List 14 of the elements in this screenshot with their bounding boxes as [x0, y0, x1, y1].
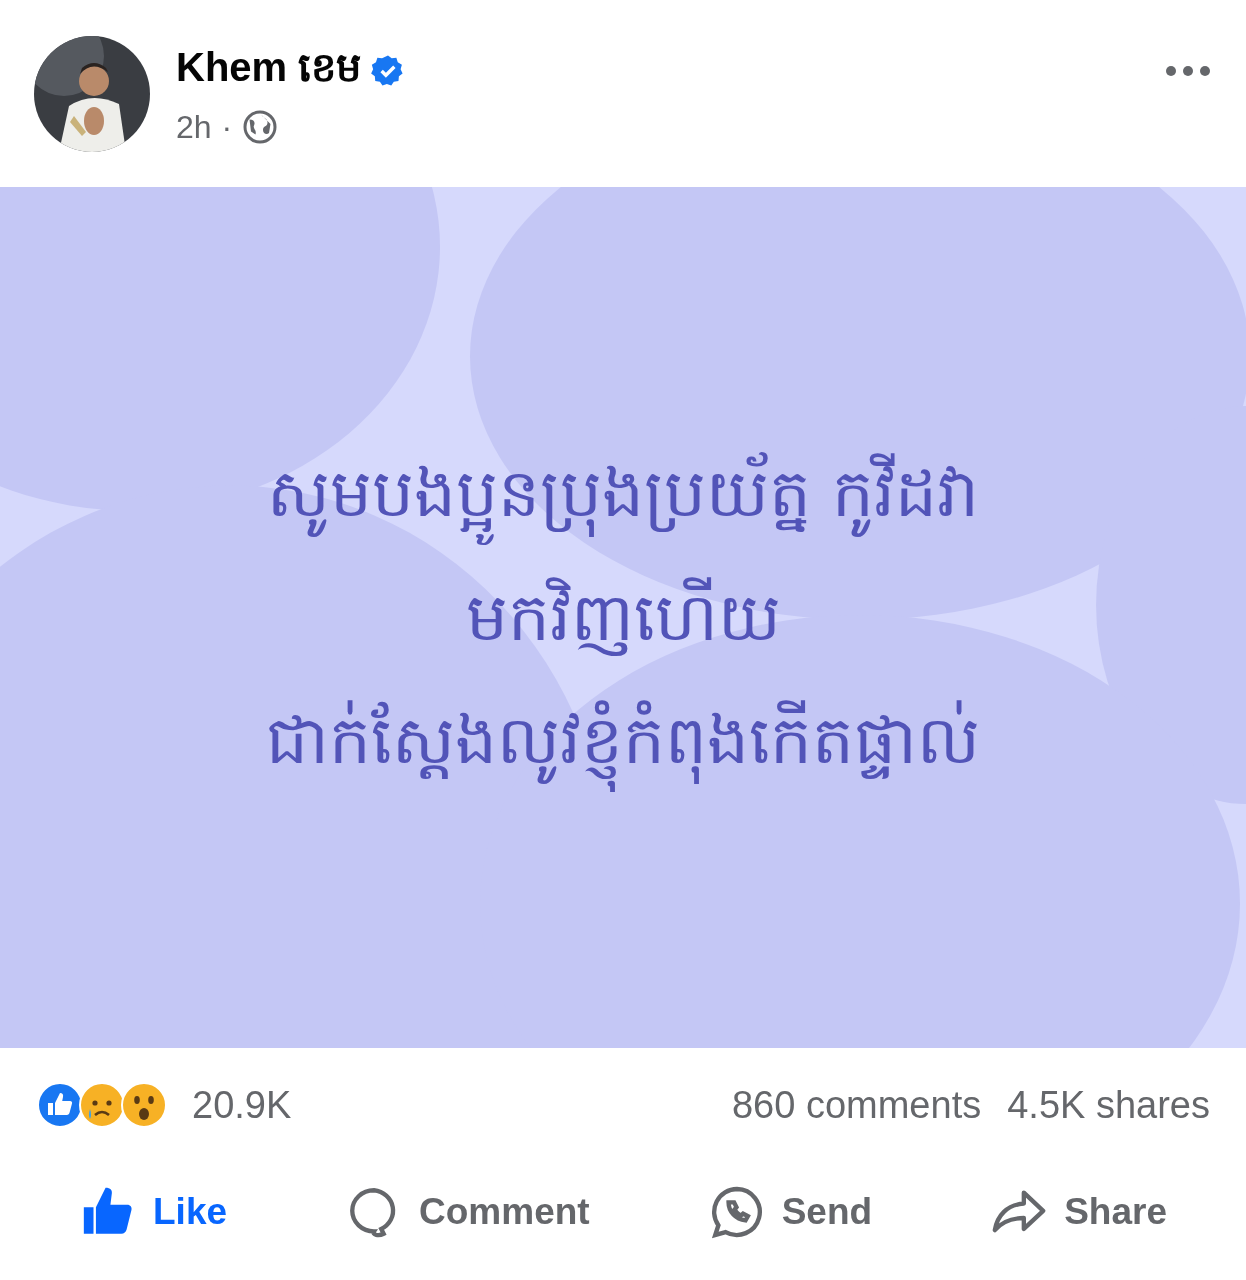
globe-icon[interactable] [242, 109, 279, 146]
send-button[interactable]: Send [691, 1175, 889, 1250]
post-time[interactable]: 2h [176, 108, 212, 146]
post-text-line: ជាក់ស្តែងលូវខ្ញុំកំពុងកើតផ្ទាល់ [266, 693, 980, 790]
comment-button[interactable]: Comment [329, 1175, 606, 1250]
author-name[interactable]: Khem ខេម [176, 41, 362, 101]
more-options-icon[interactable] [1164, 64, 1212, 78]
share-count[interactable]: 4.5K shares [1007, 1083, 1210, 1127]
comment-count[interactable]: 860 comments [731, 1083, 982, 1127]
separator-dot: · [221, 108, 233, 146]
share-button[interactable]: Share [974, 1175, 1183, 1250]
like-button[interactable]: Like [63, 1175, 244, 1250]
reaction-count[interactable]: 20.9K [192, 1083, 706, 1127]
post-text-line: មកវិញហើយ [465, 576, 781, 658]
